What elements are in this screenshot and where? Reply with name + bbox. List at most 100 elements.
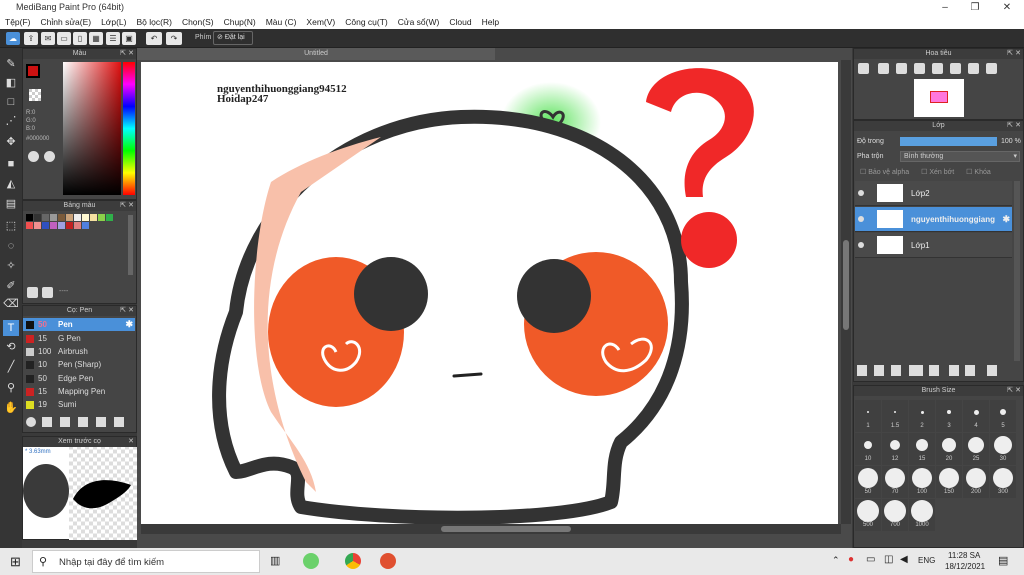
brush-size-option[interactable]: 500 <box>855 499 881 531</box>
upload-icon[interactable]: ⇪ <box>24 32 38 45</box>
brush-item[interactable]: 10 Pen (Sharp) <box>23 358 135 371</box>
select-tool-icon[interactable]: ⬚ <box>3 218 19 234</box>
layer-row[interactable]: Lớp2 <box>855 181 1012 206</box>
new-layer-icon[interactable] <box>857 365 867 376</box>
zoom-out-icon[interactable] <box>878 63 889 74</box>
rotate-right-icon[interactable] <box>968 63 979 74</box>
add-layer-menu-icon[interactable] <box>909 365 923 376</box>
fill-rect-tool-icon[interactable]: ■ <box>3 156 19 172</box>
brush-size-option[interactable]: 200 <box>963 466 989 498</box>
drawing-canvas[interactable]: nguyenthihuonggiang94512 Hoidap247 <box>141 62 838 524</box>
select-eraser-icon[interactable]: ⌫ <box>3 296 19 312</box>
operation-tool-icon[interactable]: ⟲ <box>3 339 19 355</box>
notification-icon[interactable]: ▤ <box>998 554 1008 567</box>
popout-icon[interactable]: ⇱ <box>1007 386 1013 396</box>
hand-tool-icon[interactable]: ✋ <box>3 400 19 416</box>
brush-size-option[interactable]: 100 <box>909 466 935 498</box>
medibang-icon[interactable] <box>380 553 396 569</box>
new-halftone-layer-icon[interactable] <box>874 365 884 376</box>
brush-size-option[interactable]: 15 <box>909 433 935 465</box>
foreground-swatch[interactable] <box>26 64 40 78</box>
folder-icon[interactable] <box>929 365 939 376</box>
brush-size-option[interactable]: 3 <box>936 400 962 432</box>
close-icon[interactable]: ✕ <box>1015 386 1021 396</box>
close-icon[interactable]: ✕ <box>128 201 134 211</box>
popout-icon[interactable]: ⇱ <box>1007 121 1013 131</box>
brush-size-option[interactable]: 4 <box>963 400 989 432</box>
eraser-tool-icon[interactable]: ◧ <box>3 75 19 91</box>
palette-scrollbar[interactable] <box>128 215 133 275</box>
saturation-value-picker[interactable] <box>63 62 121 195</box>
chat-icon[interactable]: ▭ <box>57 32 71 45</box>
menu-help[interactable]: Help <box>477 15 504 29</box>
menu-file[interactable]: Tệp(F) <box>0 15 36 29</box>
fit-icon[interactable] <box>896 63 907 74</box>
navigator-thumbnail[interactable] <box>914 79 964 117</box>
tray-chevron-icon[interactable]: ⌃ <box>832 555 840 566</box>
brush-size-option[interactable]: 1000 <box>909 499 935 531</box>
delete-palette-icon[interactable] <box>42 287 53 298</box>
brush-size-option[interactable]: 25 <box>963 433 989 465</box>
gear-icon[interactable]: ✱ <box>125 318 133 331</box>
vertical-scrollbar[interactable] <box>841 60 851 524</box>
popout-icon[interactable]: ⇱ <box>1007 49 1013 59</box>
close-icon[interactable]: ✕ <box>128 49 134 59</box>
app-icon[interactable] <box>303 553 319 569</box>
cloud-icon[interactable]: ☁ <box>6 32 20 45</box>
tray-app-icon[interactable]: ● <box>848 554 854 565</box>
popout-icon[interactable]: ⇱ <box>120 306 126 316</box>
merge-layer-icon[interactable] <box>965 365 975 376</box>
hue-slider[interactable] <box>123 62 135 195</box>
duplicate-layer-icon[interactable] <box>949 365 959 376</box>
divide-tool-icon[interactable]: ╱ <box>3 359 19 375</box>
lock-checkbox[interactable]: ☐ Khóa <box>966 168 991 176</box>
close-button[interactable]: ✕ <box>992 0 1022 15</box>
eye-icon[interactable] <box>858 190 864 196</box>
folder-icon[interactable] <box>96 417 106 427</box>
close-icon[interactable]: ✕ <box>1015 49 1021 59</box>
list-icon[interactable]: ☰ <box>106 32 120 45</box>
undo-icon[interactable]: ↶ <box>146 32 162 45</box>
lock-view-icon[interactable] <box>986 63 997 74</box>
language-indicator[interactable]: ENG <box>918 556 935 565</box>
horizontal-scroll-thumb[interactable] <box>441 526 571 532</box>
task-view-icon[interactable]: ▥ <box>270 554 280 567</box>
brush-size-option[interactable]: 50 <box>855 466 881 498</box>
taskbar-search[interactable]: ⚲ Nhập tại đây để tìm kiếm <box>32 550 260 573</box>
eye-icon[interactable] <box>858 242 864 248</box>
redo-icon[interactable]: ↷ <box>166 32 182 45</box>
magic-wand-icon[interactable]: ✧ <box>3 258 19 274</box>
brush-item[interactable]: 100 Airbrush <box>23 345 135 358</box>
opacity-slider[interactable] <box>900 137 997 146</box>
menu-edit[interactable]: Chỉnh sửa(E) <box>36 15 97 29</box>
brush-item[interactable]: 15 Mapping Pen <box>23 385 135 398</box>
menu-snap[interactable]: Chụp(N) <box>219 15 261 29</box>
flip-icon[interactable] <box>950 63 961 74</box>
document-tab[interactable]: Untitled <box>137 48 495 60</box>
volume-icon[interactable]: ◀ <box>900 554 908 565</box>
popout-icon[interactable]: ⇱ <box>120 201 126 211</box>
brush-size-option[interactable]: 1.5 <box>882 400 908 432</box>
menu-cloud[interactable]: Cloud <box>444 15 476 29</box>
brush-size-option[interactable]: 10 <box>855 433 881 465</box>
horizontal-scrollbar[interactable] <box>141 524 841 534</box>
menu-view[interactable]: Xem(V) <box>301 15 340 29</box>
brush-size-option[interactable]: 2 <box>909 400 935 432</box>
new-palette-icon[interactable] <box>27 287 38 298</box>
layer-scrollbar[interactable] <box>1014 181 1020 361</box>
eye-icon[interactable] <box>858 216 864 222</box>
lasso-tool-icon[interactable]: ◌ <box>3 238 19 254</box>
background-swatch[interactable] <box>29 89 41 101</box>
rect-select-tool-icon[interactable]: □ <box>3 94 19 110</box>
zoom-in-icon[interactable] <box>858 63 869 74</box>
blend-mode-select[interactable]: Bình thường ▾ <box>900 151 1020 162</box>
tray-monitor-icon[interactable]: ▭ <box>866 554 875 565</box>
menu-window[interactable]: Cửa sổ(W) <box>393 15 445 29</box>
brush-item[interactable]: 15 G Pen <box>23 332 135 345</box>
menu-tools[interactable]: Công cụ(T) <box>340 15 393 29</box>
minimize-button[interactable]: – <box>930 0 960 15</box>
brush-settings-icon[interactable] <box>60 417 70 427</box>
select-pen-icon[interactable]: ✐ <box>3 278 19 294</box>
dot-tool-icon[interactable]: ⋰ <box>3 113 19 129</box>
close-icon[interactable]: ✕ <box>1015 121 1021 131</box>
